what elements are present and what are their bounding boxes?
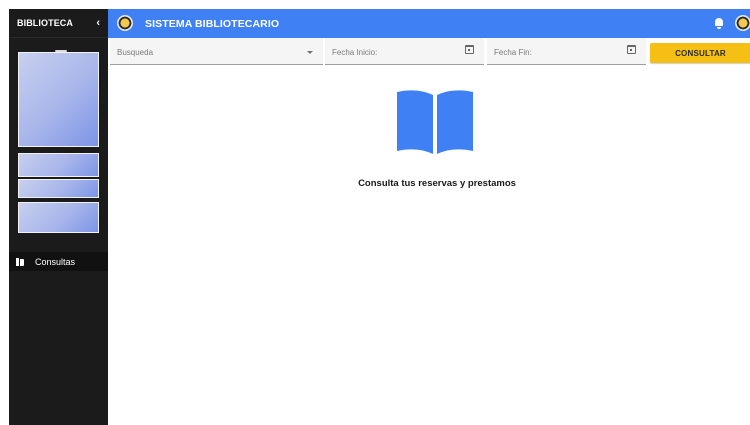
calendar-icon[interactable] bbox=[627, 45, 636, 54]
profile-image bbox=[18, 52, 99, 147]
chevron-down-icon bbox=[307, 51, 313, 54]
empty-state-message: Consulta tus reservas y prestamos bbox=[358, 178, 516, 189]
sidebar-item-consultas[interactable]: Consultas bbox=[9, 252, 108, 271]
calendar-icon[interactable] bbox=[465, 45, 474, 54]
profile-card-3 bbox=[18, 202, 99, 233]
search-select[interactable]: Busqueda bbox=[110, 38, 323, 65]
open-book-icon bbox=[397, 90, 473, 154]
profile-card-1 bbox=[18, 153, 99, 177]
search-placeholder: Busqueda bbox=[117, 48, 154, 57]
bell-icon[interactable] bbox=[714, 18, 724, 29]
end-date-placeholder: Fecha Fin: bbox=[494, 48, 532, 57]
user-avatar[interactable] bbox=[735, 15, 750, 31]
sidebar-header: BIBLIOTECA ‹ bbox=[9, 9, 108, 38]
start-date-placeholder: Fecha Inicio: bbox=[332, 48, 378, 57]
app-title: SISTEMA BIBLIOTECARIO bbox=[145, 18, 280, 30]
top-app-bar: SISTEMA BIBLIOTECARIO bbox=[108, 9, 750, 38]
profile-card-2 bbox=[18, 179, 99, 198]
chevron-left-icon[interactable]: ‹ bbox=[96, 17, 100, 29]
consultar-button[interactable]: CONSULTAR bbox=[650, 43, 750, 63]
start-date-field[interactable]: Fecha Inicio: bbox=[325, 38, 484, 65]
sidebar: BIBLIOTECA ‹ Consultas bbox=[9, 9, 108, 425]
end-date-field[interactable]: Fecha Fin: bbox=[487, 38, 646, 65]
sidebar-item-label: Consultas bbox=[35, 256, 76, 267]
sidebar-title: BIBLIOTECA bbox=[17, 18, 73, 28]
book-icon bbox=[16, 257, 24, 266]
app-logo bbox=[117, 15, 133, 31]
